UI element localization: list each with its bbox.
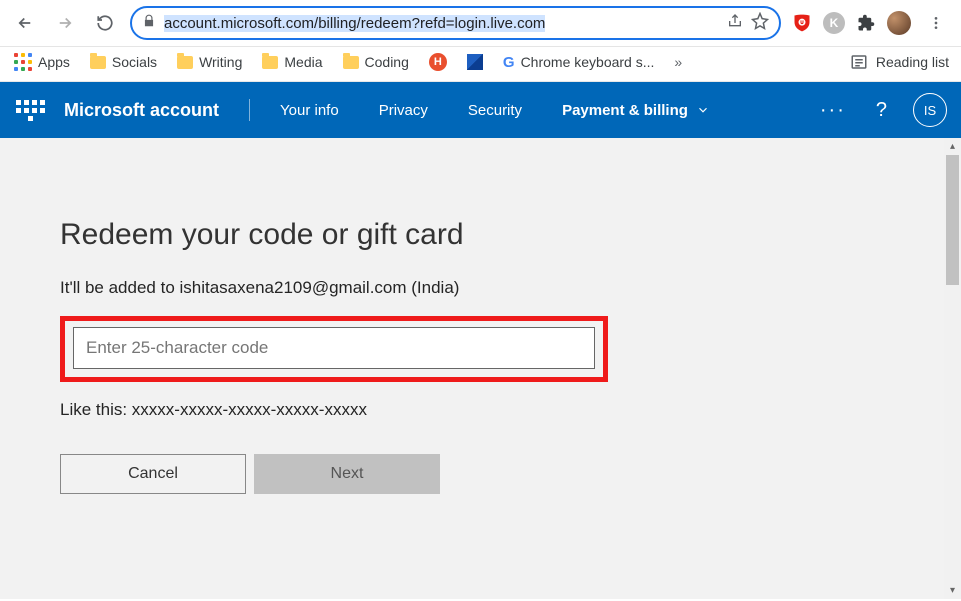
bookmark-coding[interactable]: Coding (343, 54, 409, 70)
back-button[interactable] (10, 8, 40, 38)
ublock-icon[interactable] (791, 12, 813, 34)
chevron-down-icon (696, 103, 710, 117)
page-subtitle: It'll be added to ishitasaxena2109@gmail… (60, 278, 961, 298)
divider (249, 99, 250, 121)
scroll-up-icon[interactable]: ▴ (944, 138, 961, 155)
bookmark-item[interactable]: H (429, 53, 447, 71)
address-bar[interactable]: account.microsoft.com/billing/redeem?ref… (130, 6, 781, 40)
url-text: account.microsoft.com/billing/redeem?ref… (164, 15, 719, 32)
bookmarks-bar: Apps Socials Writing Media Coding H G Ch… (0, 47, 961, 82)
forward-button[interactable] (50, 8, 80, 38)
lock-icon (142, 14, 156, 33)
reading-list-icon (850, 53, 868, 71)
scrollbar-thumb[interactable] (946, 155, 959, 285)
folder-icon (177, 56, 193, 69)
scrollbar[interactable]: ▴ ▾ (944, 138, 961, 599)
extensions-icon[interactable] (855, 12, 877, 34)
extension-k-icon[interactable]: K (823, 12, 845, 34)
chrome-menu-icon[interactable] (921, 8, 951, 38)
code-format-example: Like this: xxxxx-xxxxx-xxxxx-xxxxx-xxxxx (60, 400, 961, 420)
nav-privacy[interactable]: Privacy (363, 102, 444, 119)
apps-shortcut[interactable]: Apps (14, 53, 70, 71)
redeem-code-input[interactable] (73, 327, 595, 369)
nav-security[interactable]: Security (452, 102, 538, 119)
code-input-highlight (60, 316, 608, 382)
bookmarks-overflow-icon[interactable]: » (674, 54, 682, 70)
bookmark-media[interactable]: Media (262, 54, 322, 70)
nav-payment-billing[interactable]: Payment & billing (546, 102, 726, 119)
share-icon[interactable] (727, 13, 743, 34)
reading-list-button[interactable]: Reading list (850, 53, 949, 71)
star-icon[interactable] (751, 12, 769, 35)
action-buttons: Cancel Next (60, 454, 961, 494)
reload-button[interactable] (90, 8, 120, 38)
account-avatar[interactable]: IS (913, 93, 947, 127)
apps-label: Apps (38, 54, 70, 70)
bookmark-socials[interactable]: Socials (90, 54, 157, 70)
apps-icon (14, 53, 32, 71)
help-icon[interactable]: ? (864, 99, 899, 122)
nav-more-icon[interactable]: ··· (810, 99, 856, 122)
next-button[interactable]: Next (254, 454, 440, 494)
site-icon (467, 54, 483, 70)
folder-icon (262, 56, 278, 69)
bookmark-item[interactable] (467, 54, 483, 70)
bookmark-chrome-keyboard[interactable]: G Chrome keyboard s... (503, 54, 655, 71)
nav-your-info[interactable]: Your info (264, 102, 355, 119)
extensions-row: K (791, 8, 951, 38)
folder-icon (343, 56, 359, 69)
browser-toolbar: account.microsoft.com/billing/redeem?ref… (0, 0, 961, 47)
ms-account-nav: Microsoft account Your info Privacy Secu… (0, 82, 961, 138)
page-body: ▴ ▾ Redeem your code or gift card It'll … (0, 138, 961, 599)
google-icon: G (503, 54, 515, 71)
page-title: Redeem your code or gift card (60, 218, 961, 252)
brand-title[interactable]: Microsoft account (64, 100, 219, 121)
scroll-down-icon[interactable]: ▾ (944, 582, 961, 599)
profile-avatar[interactable] (887, 11, 911, 35)
folder-icon (90, 56, 106, 69)
cancel-button[interactable]: Cancel (60, 454, 246, 494)
site-icon: H (429, 53, 447, 71)
app-launcher-icon[interactable] (14, 94, 46, 126)
bookmark-writing[interactable]: Writing (177, 54, 242, 70)
